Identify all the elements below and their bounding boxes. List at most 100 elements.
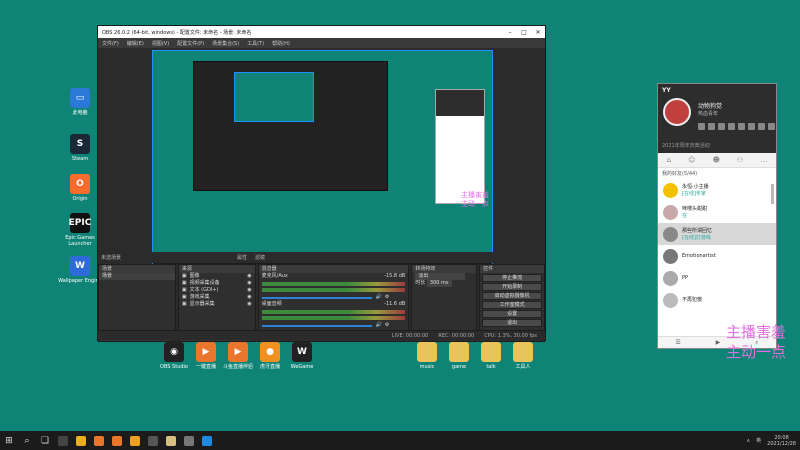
taskbar-app-icon[interactable] (58, 435, 68, 446)
contact-name: PP (682, 274, 689, 281)
taskbar-app-icon[interactable] (184, 435, 194, 446)
volume-slider[interactable] (261, 324, 372, 327)
control-button[interactable]: 设置 (482, 310, 542, 318)
taskbar-app-icon[interactable] (166, 435, 176, 446)
contact-item[interactable]: 那些所谓回忆 [在线]打游戏 (658, 223, 776, 245)
control-button[interactable]: 开始录制 (482, 283, 542, 291)
gear-icon[interactable]: ⚙ (385, 294, 389, 301)
chat-icon[interactable]: ☺ (688, 156, 695, 164)
menu-item[interactable]: 文件(F) (102, 40, 119, 47)
contact-text: 不再犯傻 (682, 297, 702, 304)
mixer-track[interactable]: 桌面音频 -11.6 dB 🔊 ⚙ (259, 301, 409, 329)
gear-icon[interactable]: ⚙ (385, 322, 389, 329)
menu-item[interactable]: 编辑(E) (127, 40, 144, 47)
yy-badge-icons[interactable] (698, 123, 775, 130)
avatar[interactable] (663, 98, 691, 126)
control-button[interactable]: 启动虚拟摄像机 (482, 292, 542, 300)
desktop-icon[interactable]: W Wallpaper Engine (58, 256, 102, 284)
filter-button[interactable]: 属性 (237, 254, 247, 261)
play-icon[interactable]: ▶ (716, 339, 721, 346)
live-status: LIVE: 00:00:00 (391, 332, 429, 339)
menu-icon[interactable]: ☰ (675, 339, 680, 346)
desktop-icon[interactable]: S Steam (58, 134, 102, 162)
obs-menubar: 文件(F) 编辑(E) 视图(V) 配置文件(P) 场景集合(S) 工具(T) 帮助(H) (98, 38, 545, 48)
search-icon[interactable]: ⌕ (18, 431, 36, 450)
desktop-folder[interactable]: 工具人 (501, 342, 545, 370)
notification-arrow-icon[interactable]: ∧ (746, 438, 750, 444)
taskbar-app-icon[interactable] (94, 435, 104, 446)
taskbar-app-icon[interactable] (76, 435, 86, 446)
group-icon[interactable]: ⚇ (737, 156, 743, 164)
clock[interactable]: 20:08 2021/12/28 (767, 435, 796, 447)
desktop-icon[interactable]: ▭ 此电脑 (58, 88, 102, 116)
yy-tabs[interactable]: ⌂ ☺ ☻ ⚇ … (658, 153, 776, 168)
maximize-icon[interactable]: □ (517, 29, 531, 36)
avatar (663, 182, 678, 198)
mixer-track[interactable]: 麦克风/Aux -15.8 dB 🔊 ⚙ (259, 273, 409, 301)
yy-scrollbar[interactable] (771, 184, 774, 204)
control-button[interactable]: 工作室模式 (482, 301, 542, 309)
app-icon: O (70, 174, 90, 194)
taskbar-app-icon[interactable] (148, 435, 158, 446)
obs-titlebar[interactable]: OBS 26.0.2 (64-bit, windows) - 配置文件: 未命名… (98, 26, 545, 38)
obs-statusbar: LIVE: 00:00:00 REC: 00:00:00 CPU: 1.3%, … (98, 330, 545, 340)
contact-name: 永恒·小主播 (682, 183, 709, 190)
taskbar-app-icon[interactable] (202, 435, 212, 446)
eye-icon[interactable]: ◉ (247, 301, 251, 308)
windows-start-icon[interactable]: ⊞ (0, 431, 18, 450)
taskbar-app-icon[interactable] (130, 435, 140, 446)
eye-icon[interactable]: ◉ (247, 294, 251, 301)
language-indicator[interactable]: 英 (756, 437, 761, 444)
task-view-icon[interactable]: ❏ (36, 431, 54, 450)
contacts-icon[interactable]: ☻ (713, 156, 720, 164)
desktop-icon[interactable]: EPIC Epic Games Launcher (58, 213, 102, 247)
contact-item[interactable]: PP (658, 267, 776, 289)
desktop-icon[interactable]: O Origin (58, 174, 102, 202)
contact-item[interactable]: 不再犯傻 (658, 289, 776, 311)
yy-header: YY 动物狗觉 热血青年 2021年周年庆典活动 (658, 84, 776, 153)
desktop-icon[interactable]: W WeGame (280, 342, 324, 370)
volume-slider-row[interactable]: 🔊 ⚙ (259, 322, 409, 329)
home-icon[interactable]: ⌂ (667, 156, 671, 164)
yy-panel[interactable]: YY 动物狗觉 热血青年 2021年周年庆典活动 ⌂ ☺ ☻ ⚇ … 我的好友(… (657, 83, 777, 349)
source-item[interactable]: ▣ 游戏采集 ◉ (179, 294, 255, 301)
control-button[interactable]: 停止推流 (482, 274, 542, 282)
yy-group-header[interactable]: 我的好友(5/44) (658, 168, 776, 179)
taskbar-app-icon[interactable] (112, 435, 122, 446)
volume-slider[interactable] (261, 296, 372, 299)
duration-input[interactable]: 300 ms (426, 280, 452, 287)
source-item[interactable]: ▣ 显示器采集 ◉ (179, 301, 255, 308)
scene-item[interactable]: 场景 (99, 273, 175, 280)
control-button[interactable]: 退出 (482, 319, 542, 327)
more-icon[interactable]: … (760, 156, 767, 164)
contact-text: 永恒·小主播 [在线]专家 (682, 184, 709, 197)
source-item[interactable]: ▣ 视频采集设备 ◉ (179, 280, 255, 287)
eye-icon[interactable]: ◉ (247, 280, 251, 287)
contact-item[interactable]: 永恒·小主播 [在线]专家 (658, 179, 776, 201)
minimize-icon[interactable]: – (503, 29, 517, 36)
transition-select[interactable]: 淡出 (415, 273, 466, 280)
source-item[interactable]: ▣ 文本 (GDI+) ◉ (179, 287, 255, 294)
volume-meter (261, 282, 406, 286)
menu-item[interactable]: 场景集合(S) (212, 40, 239, 47)
source-type-icon: ▣ (181, 287, 187, 293)
obs-window[interactable]: OBS 26.0.2 (64-bit, windows) - 配置文件: 未命名… (97, 25, 546, 342)
speaker-icon[interactable]: 🔊 (376, 322, 382, 329)
folder-icon (449, 342, 469, 362)
speaker-icon[interactable]: 🔊 (376, 294, 382, 301)
contact-item[interactable]: 咪嗖头甜甜在 (658, 201, 776, 223)
menu-item[interactable]: 帮助(H) (272, 40, 290, 47)
eye-icon[interactable]: ◉ (247, 273, 251, 280)
menu-item[interactable]: 工具(T) (247, 40, 264, 47)
menu-item[interactable]: 视图(V) (152, 40, 169, 47)
contact-item[interactable]: Emotionartist (658, 245, 776, 267)
properties-button[interactable]: 滤镜 (255, 254, 265, 261)
volume-slider-row[interactable]: 🔊 ⚙ (259, 294, 409, 301)
close-icon[interactable]: ✕ (531, 29, 545, 36)
source-item[interactable]: ▣ 图像 ◉ (179, 273, 255, 280)
desktop-icon-label: Origin (72, 196, 88, 202)
obs-preview[interactable]: 主播害羞 主动一点 (152, 50, 493, 269)
eye-icon[interactable]: ◉ (247, 287, 251, 294)
menu-item[interactable]: 配置文件(P) (177, 40, 204, 47)
source-type-icon: ▣ (181, 280, 187, 286)
